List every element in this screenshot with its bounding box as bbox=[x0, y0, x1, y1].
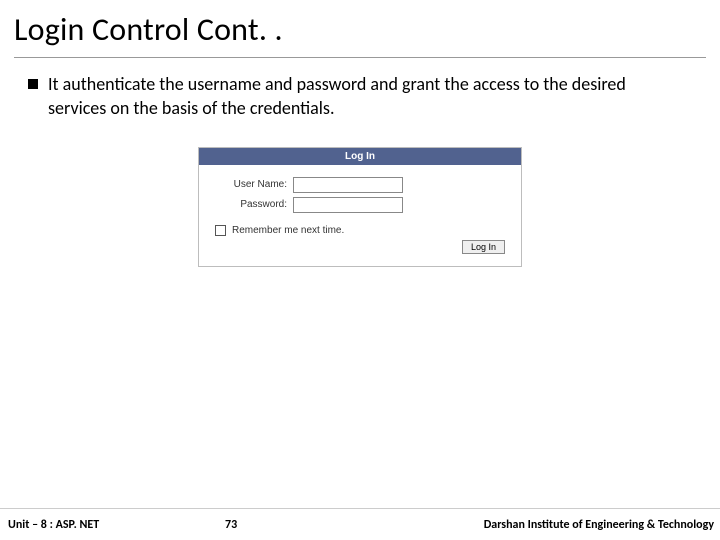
footer-page-number: 73 bbox=[225, 518, 237, 532]
footer-organization: Darshan Institute of Engineering & Techn… bbox=[484, 518, 714, 532]
bullet-item: It authenticate the username and passwor… bbox=[28, 72, 692, 121]
username-row: User Name: bbox=[209, 177, 511, 193]
remember-checkbox[interactable] bbox=[215, 225, 226, 236]
login-button[interactable]: Log In bbox=[462, 240, 505, 254]
remember-row: Remember me next time. bbox=[209, 225, 511, 236]
bullet-marker-icon bbox=[28, 79, 38, 89]
slide-title: Login Control Cont. . bbox=[14, 10, 706, 49]
password-row: Password: bbox=[209, 197, 511, 213]
username-label: User Name: bbox=[209, 179, 287, 190]
login-header: Log In bbox=[199, 148, 521, 165]
content-area: It authenticate the username and passwor… bbox=[0, 58, 720, 267]
footer-unit: Unit – 8 : ASP. NET bbox=[0, 518, 99, 532]
remember-label: Remember me next time. bbox=[232, 225, 344, 236]
password-input[interactable] bbox=[293, 197, 403, 213]
slide-footer: Unit – 8 : ASP. NET 73 Darshan Institute… bbox=[0, 508, 720, 540]
username-input[interactable] bbox=[293, 177, 403, 193]
password-label: Password: bbox=[209, 199, 287, 210]
bullet-text: It authenticate the username and passwor… bbox=[48, 72, 692, 121]
login-control-figure: Log In User Name: Password: Remember me … bbox=[198, 147, 522, 267]
